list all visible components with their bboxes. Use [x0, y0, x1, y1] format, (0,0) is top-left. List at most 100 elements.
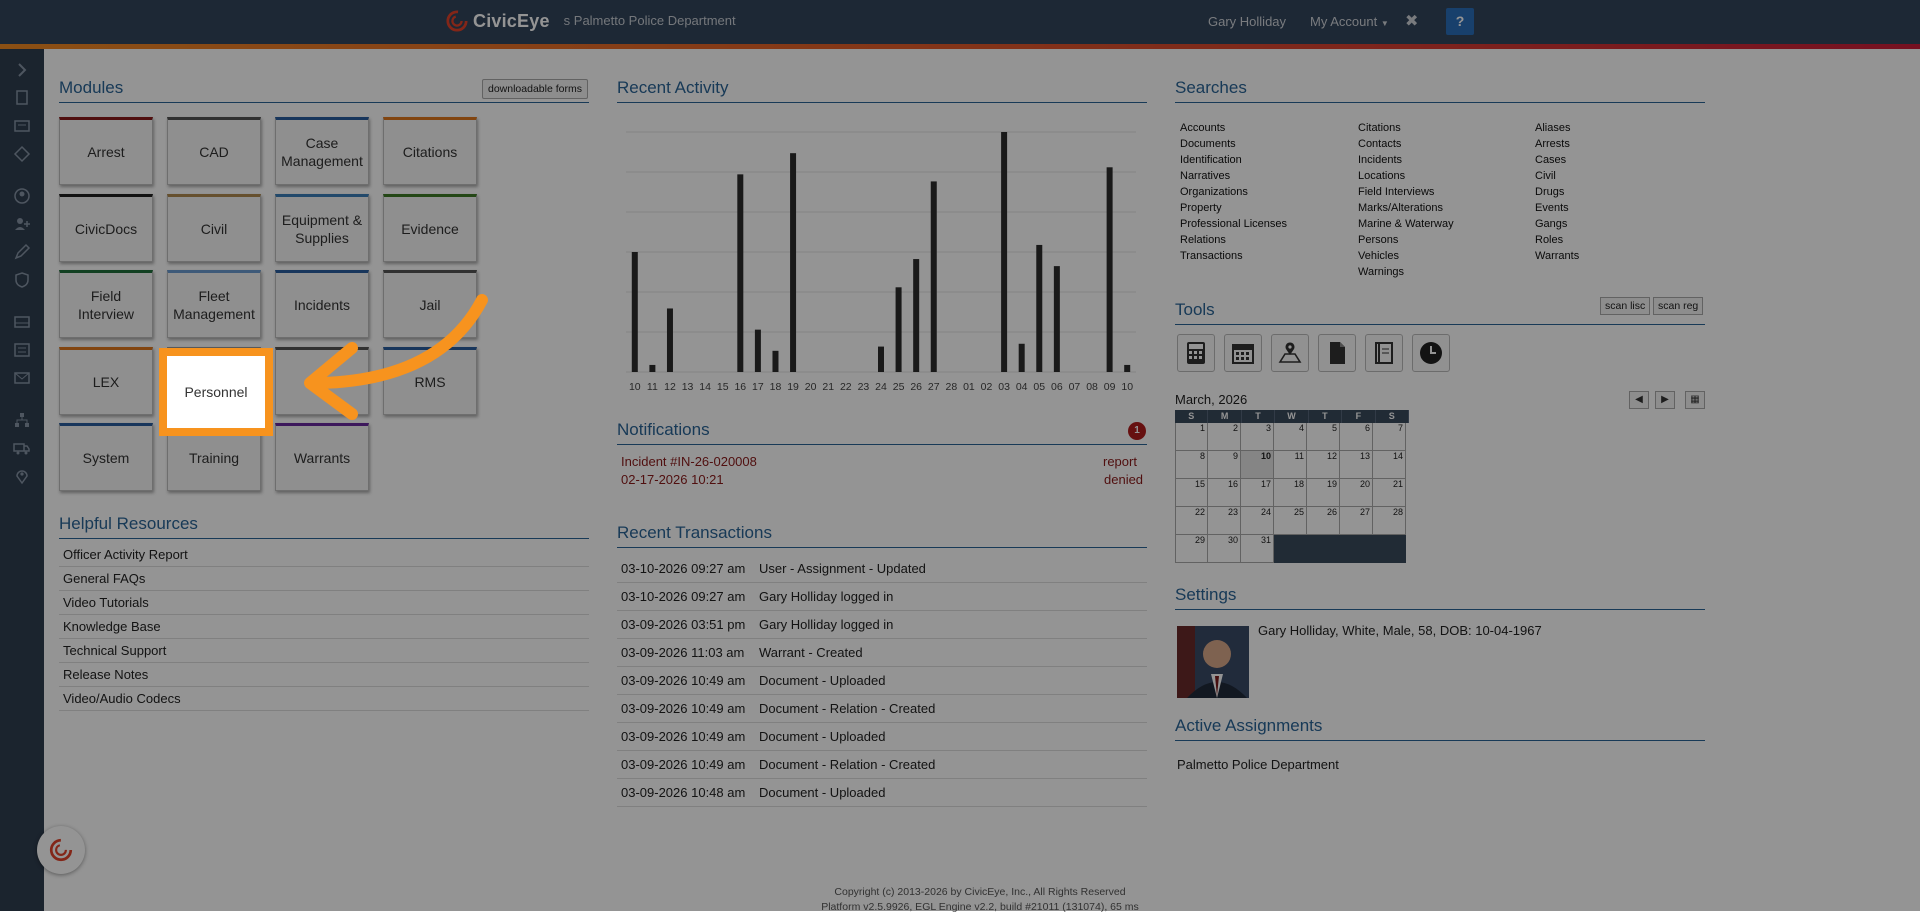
resource-link[interactable]: General FAQs: [59, 567, 589, 591]
chart-bar[interactable]: [1018, 343, 1025, 372]
chart-bar[interactable]: [878, 346, 884, 372]
chart-bar[interactable]: [1036, 244, 1043, 372]
search-link[interactable]: Organizations: [1180, 184, 1287, 200]
chart-bar[interactable]: [930, 181, 937, 372]
calendar-day[interactable]: 2: [1208, 423, 1241, 451]
clock-button[interactable]: [1412, 334, 1450, 372]
resource-link[interactable]: Release Notes: [59, 663, 589, 687]
calendar-day[interactable]: 5: [1307, 423, 1340, 451]
chart-bar[interactable]: [1001, 132, 1008, 372]
calendar-day[interactable]: 23: [1208, 507, 1241, 535]
chart-bar[interactable]: [754, 329, 761, 372]
mail-icon[interactable]: [13, 369, 31, 387]
calendar-day[interactable]: 7: [1373, 423, 1406, 451]
tile-warrants[interactable]: Warrants: [275, 423, 369, 491]
transaction-row[interactable]: 03-10-2026 09:27 am Gary Holliday logged …: [617, 583, 1147, 611]
scan-reg-button[interactable]: scan reg: [1653, 297, 1704, 315]
document-button[interactable]: [1318, 334, 1356, 372]
calendar-day[interactable]: 14: [1373, 451, 1406, 479]
chart-bar[interactable]: [1053, 266, 1060, 372]
search-link[interactable]: Identification: [1180, 152, 1287, 168]
user-name[interactable]: Gary Holliday: [1208, 14, 1286, 29]
resource-link[interactable]: Video Tutorials: [59, 591, 589, 615]
resource-link[interactable]: Video/Audio Codecs: [59, 687, 589, 711]
search-link[interactable]: Drugs: [1535, 184, 1579, 200]
person-circle-icon[interactable]: [13, 187, 31, 205]
search-link[interactable]: Property: [1180, 200, 1287, 216]
notification-title-link[interactable]: Incident #IN-26-020008: [621, 454, 757, 469]
calendar-day[interactable]: 22: [1175, 507, 1208, 535]
card-icon[interactable]: [13, 117, 31, 135]
calendar-button[interactable]: [1224, 334, 1262, 372]
chart-bar[interactable]: [772, 350, 779, 372]
calendar-day[interactable]: 15: [1175, 479, 1208, 507]
tile-training[interactable]: Training: [167, 423, 261, 491]
calendar-day[interactable]: 20: [1340, 479, 1373, 507]
search-link[interactable]: Civil: [1535, 168, 1579, 184]
transaction-row[interactable]: 03-09-2026 10:48 am Document - Uploaded: [617, 779, 1147, 807]
tile-personnel-highlighted[interactable]: Personnel: [159, 348, 273, 436]
transaction-row[interactable]: 03-09-2026 11:03 am Warrant - Created: [617, 639, 1147, 667]
calendar-day[interactable]: 11: [1274, 451, 1307, 479]
add-person-icon[interactable]: [13, 215, 31, 233]
chart-bar[interactable]: [895, 287, 902, 372]
transaction-row[interactable]: 03-09-2026 10:49 am Document - Relation -…: [617, 695, 1147, 723]
chart-bar[interactable]: [649, 364, 656, 372]
search-link[interactable]: Cases: [1535, 152, 1579, 168]
search-link[interactable]: Field Interviews: [1358, 184, 1454, 200]
transaction-row[interactable]: 03-09-2026 10:49 am Document - Uploaded: [617, 667, 1147, 695]
calendar-day[interactable]: 8: [1175, 451, 1208, 479]
calendar-prev-button[interactable]: ◀: [1629, 391, 1649, 409]
tile-system[interactable]: System: [59, 423, 153, 491]
tile-fleet-management[interactable]: Fleet Management: [167, 270, 261, 338]
chart-bar[interactable]: [913, 259, 920, 372]
search-link[interactable]: Gangs: [1535, 216, 1579, 232]
transaction-row[interactable]: 03-09-2026 10:49 am Document - Relation -…: [617, 751, 1147, 779]
chat-launcher-button[interactable]: [37, 826, 85, 874]
tile-equipment-supplies[interactable]: Equipment & Supplies: [275, 194, 369, 262]
chart-bar[interactable]: [631, 252, 638, 372]
chart-bar[interactable]: [1124, 364, 1131, 372]
search-link[interactable]: Warrants: [1535, 248, 1579, 264]
calendar-day[interactable]: 30: [1208, 535, 1241, 563]
search-link[interactable]: Vehicles: [1358, 248, 1454, 264]
calendar-day[interactable]: 17: [1241, 479, 1274, 507]
search-link[interactable]: Events: [1535, 200, 1579, 216]
calendar-day[interactable]: 21: [1373, 479, 1406, 507]
transaction-row[interactable]: 03-09-2026 03:51 pm Gary Holliday logged …: [617, 611, 1147, 639]
expand-chevron-icon[interactable]: [13, 61, 31, 79]
calendar-day[interactable]: 29: [1175, 535, 1208, 563]
tile-evidence[interactable]: Evidence: [383, 194, 477, 262]
calendar-next-button[interactable]: ▶: [1655, 391, 1675, 409]
tile-field-interview[interactable]: Field Interview: [59, 270, 153, 338]
calendar-day[interactable]: 18: [1274, 479, 1307, 507]
map-button[interactable]: [1271, 334, 1309, 372]
search-link[interactable]: Professional Licenses: [1180, 216, 1287, 232]
calendar-view-button[interactable]: ▦: [1685, 391, 1705, 409]
search-link[interactable]: Contacts: [1358, 136, 1454, 152]
search-link[interactable]: Marks/Alterations: [1358, 200, 1454, 216]
transaction-row[interactable]: 03-10-2026 09:27 am User - Assignment - U…: [617, 555, 1147, 583]
search-link[interactable]: Arrests: [1535, 136, 1579, 152]
copy-icon[interactable]: [13, 89, 31, 107]
location-pin-icon[interactable]: [13, 467, 31, 485]
resource-link[interactable]: Knowledge Base: [59, 615, 589, 639]
book-button[interactable]: [1365, 334, 1403, 372]
calendar-day[interactable]: 26: [1307, 507, 1340, 535]
tile-lex[interactable]: LEX: [59, 347, 153, 415]
calendar-day[interactable]: 3: [1241, 423, 1274, 451]
chart-bar[interactable]: [1106, 167, 1113, 372]
search-link[interactable]: Accounts: [1180, 120, 1287, 136]
transaction-row[interactable]: 03-09-2026 10:49 am Document - Uploaded: [617, 723, 1147, 751]
scan-lisc-button[interactable]: scan lisc: [1600, 297, 1651, 315]
tile-civicdocs[interactable]: CivicDocs: [59, 194, 153, 262]
calendar-day[interactable]: 12: [1307, 451, 1340, 479]
shield-icon[interactable]: [13, 271, 31, 289]
calendar-day[interactable]: 13: [1340, 451, 1373, 479]
close-icon[interactable]: ✖: [1405, 11, 1418, 31]
avatar[interactable]: [1177, 626, 1249, 698]
chart-bar[interactable]: [666, 308, 673, 372]
calendar-day[interactable]: 10: [1241, 451, 1274, 479]
tile-case-management[interactable]: Case Management: [275, 117, 369, 185]
search-link[interactable]: Warnings: [1358, 264, 1454, 280]
